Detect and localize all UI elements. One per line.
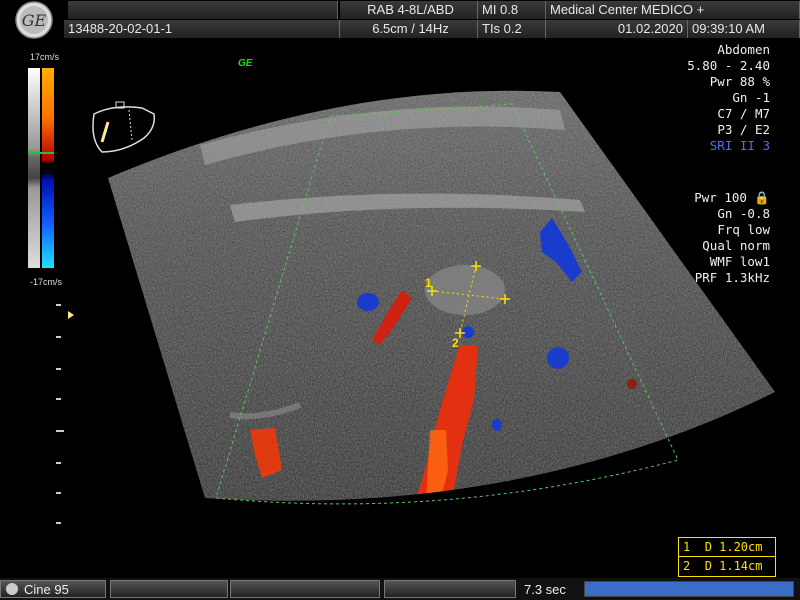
param-doppler-gain: Gn -0.8: [717, 206, 770, 221]
color-scale-bar: [28, 68, 40, 268]
param-power: Pwr 88 %: [709, 74, 770, 89]
depth-tick: [56, 430, 64, 432]
param-preset: Abdomen: [717, 42, 770, 57]
softkey-button[interactable]: [384, 580, 516, 598]
cine-label: Cine 95: [24, 582, 69, 597]
color-scale-top-label: 17cm/s: [30, 52, 60, 62]
param-doppler-freq: Frq low: [717, 222, 770, 237]
measurement-results: 1 D 1.20cm 2 D 1.14cm: [678, 537, 776, 577]
institution-label: Medical Center MEDICO +: [546, 1, 800, 19]
depth-tick: [56, 336, 61, 338]
cine-icon: [6, 583, 18, 595]
depth-tick: [56, 522, 61, 524]
caliper-marker-2[interactable]: 2: [452, 336, 459, 350]
param-sri: SRI II 3: [709, 138, 770, 153]
cine-progress-bar[interactable]: [584, 581, 794, 597]
date-label: 01.02.2020: [546, 20, 688, 38]
mi-label: MI 0.8: [478, 1, 546, 19]
patient-id: 13488-20-02-01-1: [64, 20, 340, 38]
depth-tick: [56, 398, 61, 400]
param-doppler-wmf: WMF low1: [709, 254, 770, 269]
param-doppler-quality: Qual norm: [702, 238, 770, 253]
depth-tick: [56, 462, 61, 464]
cine-duration: 7.3 sec: [524, 582, 566, 597]
probe-label: RAB 4-8L/ABD: [340, 1, 478, 19]
param-doppler-power: Pwr 100 🔒: [694, 190, 770, 205]
param-gain: Gn -1: [732, 90, 770, 105]
param-doppler-prf: PRF 1.3kHz: [694, 270, 770, 285]
tis-label: TIs 0.2: [478, 20, 546, 38]
focus-marker-icon[interactable]: [68, 311, 74, 319]
depth-freq-label: 6.5cm / 14Hz: [340, 20, 478, 38]
measurement-row: 1 D 1.20cm: [679, 538, 775, 557]
ge-tag: GE: [238, 58, 253, 69]
measurement-index: 2: [683, 559, 691, 573]
color-baseline-marker: [28, 152, 54, 154]
ge-logo-icon: GE: [8, 0, 64, 40]
param-cm: C7 / M7: [717, 106, 770, 121]
measurement-index: 1: [683, 540, 691, 554]
doppler-params: Pwr 100 🔒 Gn -0.8 Frq low Qual norm WMF …: [694, 190, 770, 286]
color-scale-bottom-label: -17cm/s: [30, 277, 63, 287]
softkey-button[interactable]: [230, 580, 380, 598]
color-velocity-bar: [42, 68, 54, 268]
measurement-value: D 1.14cm: [704, 559, 763, 573]
depth-tick: [56, 492, 61, 494]
svg-text:GE: GE: [22, 11, 47, 30]
caliper-marker-1[interactable]: 1: [425, 276, 432, 290]
depth-tick: [56, 368, 61, 370]
bmode-params: Abdomen 5.80 - 2.40 Pwr 88 % Gn -1 C7 / …: [687, 42, 770, 154]
depth-tick: [56, 304, 61, 306]
time-label: 09:39:10 AM: [688, 20, 800, 38]
liver-bodymarker-icon: [84, 100, 164, 165]
param-frequency: 5.80 - 2.40: [687, 58, 770, 73]
header-blank-cell: [68, 1, 338, 19]
header-bar: GE RAB 4-8L/ABD MI 0.8 Medical Center ME…: [0, 0, 800, 40]
param-pe: P3 / E2: [717, 122, 770, 137]
measurement-value: D 1.20cm: [704, 540, 763, 554]
softkey-button[interactable]: [110, 580, 228, 598]
cine-progress-fill: [585, 582, 793, 596]
measurement-row: 2 D 1.14cm: [679, 557, 775, 575]
